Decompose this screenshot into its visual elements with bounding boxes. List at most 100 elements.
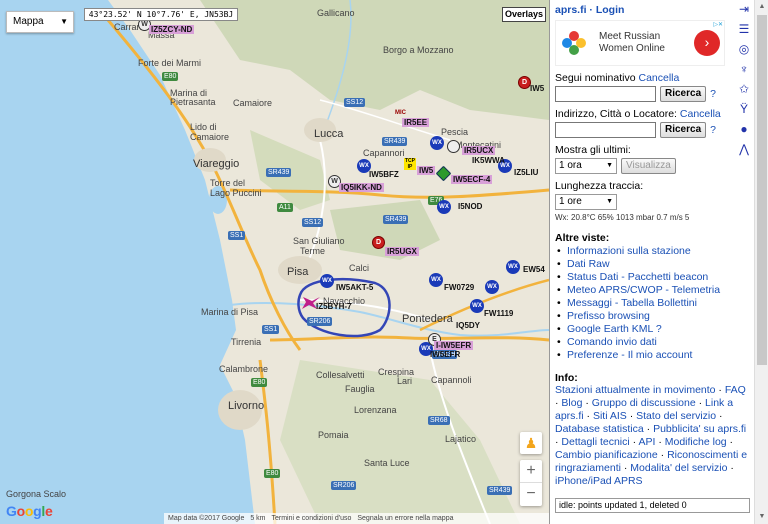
station-symbol-icon[interactable]: D (372, 236, 385, 249)
station-label[interactable]: I5NOD (458, 202, 482, 211)
tcp-ip-icon[interactable]: TCP IP (404, 158, 416, 170)
map-type-select[interactable]: Mappa ▼ (6, 11, 74, 33)
wx-station-icon[interactable]: WX (320, 274, 334, 288)
address-search-button[interactable]: Ricerca (660, 122, 707, 138)
station-label[interactable]: IQ5IKK-ND (339, 183, 384, 192)
site-name[interactable]: aprs.fi (555, 4, 587, 16)
info-link[interactable]: Dettagli tecnici (561, 436, 629, 448)
wx-station-icon[interactable]: WX (437, 200, 451, 214)
other-view-link[interactable]: Google Earth KML ? (555, 323, 750, 336)
info-link[interactable]: FAQ (725, 384, 746, 396)
other-views-heading: Altre viste: (555, 232, 610, 244)
other-view-link[interactable]: Messaggi - Tabella Bollettini (555, 297, 750, 310)
info-link[interactable]: Stato del servizio (636, 410, 716, 422)
info-link[interactable]: Modifiche log (665, 436, 727, 448)
info-link[interactable]: Modalita' del servizio (630, 462, 727, 474)
balloon-icon[interactable]: ● (737, 122, 751, 136)
wx-station-icon[interactable]: WX (430, 136, 444, 150)
map-view[interactable]: Marina diCarraraMassaGallicanoBorgo a Mo… (0, 0, 549, 524)
mic-icon[interactable]: MIC (395, 110, 406, 116)
info-link[interactable]: Stazioni attualmente in movimento (555, 384, 716, 396)
time-range-select[interactable]: 1 ora ▼ (555, 158, 617, 174)
zoom-out-button[interactable]: − (520, 483, 542, 506)
station-label[interactable]: IW5EFR (430, 350, 460, 359)
compass-icon[interactable]: ⋀ (737, 142, 751, 156)
place-label: Marina di Pisa (201, 307, 259, 317)
station-label[interactable]: IW5AKT-5 (336, 283, 373, 292)
info-link[interactable]: iPhone/iPad APRS (555, 475, 643, 487)
place-label: Forte dei Marmi (138, 58, 202, 68)
info-link[interactable]: Siti AIS (593, 410, 627, 422)
wx-station-icon[interactable]: WX (485, 280, 499, 294)
overlays-button[interactable]: Overlays (502, 7, 546, 22)
info-link[interactable]: API (638, 436, 655, 448)
other-view-link[interactable]: Meteo APRS/CWOP - Telemetria (555, 284, 750, 297)
station-label[interactable]: EW54 (523, 265, 545, 274)
info-link[interactable]: Gruppo di discussione (592, 397, 696, 409)
scrollbar[interactable]: ▲ ▼ (754, 0, 768, 524)
google-logo[interactable]: Google (6, 503, 53, 519)
ad-arrow-icon[interactable]: › (694, 30, 720, 56)
other-view-link[interactable]: Dati Raw (555, 258, 750, 271)
station-label[interactable]: IR5UCX (462, 146, 496, 155)
star-icon[interactable]: ✩ (737, 82, 751, 96)
station-label[interactable]: IR5UGX (385, 247, 419, 256)
station-label[interactable]: IW5 (530, 84, 544, 93)
callsign-input[interactable] (555, 86, 656, 102)
station-label[interactable]: IR5EE (402, 118, 430, 127)
other-view-link[interactable]: Preferenze - Il mio account (555, 349, 750, 362)
scroll-thumb[interactable] (757, 15, 767, 365)
place-label: Fauglia (345, 384, 375, 394)
station-label[interactable]: I-IW5EFR (434, 341, 474, 350)
follow-cancel-link[interactable]: Cancella (638, 72, 679, 84)
info-link[interactable]: Database statistica (555, 423, 644, 435)
scroll-down-icon[interactable]: ▼ (755, 510, 768, 524)
wx-station-icon[interactable]: WX (470, 299, 484, 313)
station-label[interactable]: IK5WWA (472, 156, 505, 165)
station-symbol-icon[interactable] (447, 140, 460, 153)
station-label[interactable]: FW0729 (444, 283, 474, 292)
wx-station-icon[interactable]: WX (506, 260, 520, 274)
station-label[interactable]: IW5ECF-4 (451, 175, 493, 184)
other-view-link[interactable]: Informazioni sulla stazione (555, 245, 750, 258)
info-link[interactable]: Blog (561, 397, 582, 409)
other-view-link[interactable]: Comando invio dati (555, 336, 750, 349)
report-error-link[interactable]: Segnala un errore nella mappa (357, 515, 453, 522)
place-label: Pontedera (402, 313, 453, 325)
antenna-icon[interactable]: ♆ (737, 62, 751, 76)
ad-choices-icon[interactable]: ▷✕ (713, 21, 723, 28)
link-separator: · (643, 423, 654, 435)
address-cancel-link[interactable]: Cancella (680, 108, 721, 120)
advertisement[interactable]: Meet Russian Women Online › ▷✕ (555, 20, 725, 66)
place-label: Lago Puccini (210, 188, 262, 198)
station-label[interactable]: IW5BFZ (369, 170, 399, 179)
terms-link[interactable]: Termini e condizioni d'uso (271, 515, 351, 522)
callsign-search-button[interactable]: Ricerca (660, 86, 707, 102)
link-separator: · (655, 436, 665, 448)
station-label[interactable]: IZ5ZCY-ND (149, 25, 195, 34)
address-help-link[interactable]: ? (710, 124, 716, 136)
station-label[interactable]: IZ5BYH-7 (316, 302, 352, 311)
station-label[interactable]: IZ5LIU (514, 168, 538, 177)
zoom-in-button[interactable]: + (520, 460, 542, 483)
info-link[interactable]: Cambio pianificazione (555, 449, 658, 461)
callsign-help-link[interactable]: ? (710, 88, 716, 100)
station-label[interactable]: IW5 (417, 166, 436, 175)
street-view-pegman-icon[interactable]: ♟ (520, 432, 542, 454)
link-separator: · (726, 436, 734, 448)
wx-station-icon[interactable]: WX (429, 273, 443, 287)
show-button[interactable]: Visualizza (621, 158, 676, 174)
tower-icon[interactable]: Ÿ (737, 102, 751, 116)
address-input[interactable] (555, 122, 656, 138)
collapse-icon[interactable]: ⇥ (737, 2, 751, 16)
station-label[interactable]: FW1119 (484, 309, 513, 318)
target-icon[interactable]: ◎ (737, 42, 751, 56)
other-view-link[interactable]: Status Dati - Pacchetti beacon (555, 271, 750, 284)
login-link[interactable]: Login (596, 4, 625, 16)
other-view-link[interactable]: Prefisso browsing (555, 310, 750, 323)
info-link[interactable]: Pubblicita' su aprs.fi (653, 423, 746, 435)
list-icon[interactable]: ☰ (737, 22, 751, 36)
track-length-select[interactable]: 1 ore ▼ (555, 194, 617, 210)
station-label[interactable]: IQ5DY (456, 321, 480, 330)
scroll-up-icon[interactable]: ▲ (755, 0, 768, 14)
